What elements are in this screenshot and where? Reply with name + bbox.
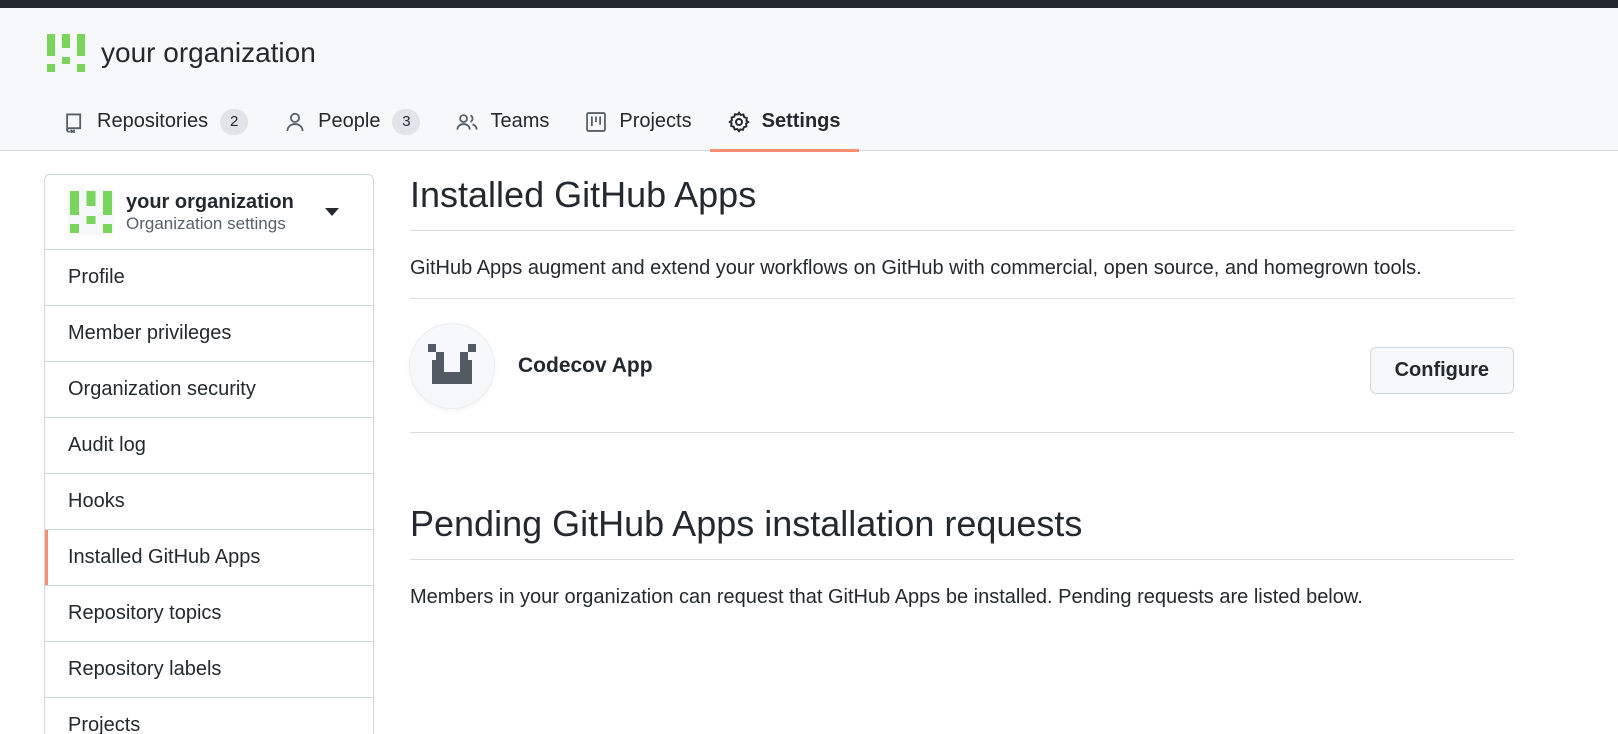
app-avatar bbox=[410, 323, 494, 408]
org-avatar-identicon[interactable] bbox=[45, 32, 87, 74]
tab-label: Repositories bbox=[97, 110, 209, 132]
sidebar-item-projects[interactable]: Projects bbox=[45, 698, 373, 734]
sidebar-item-organization-security[interactable]: Organization security bbox=[45, 362, 373, 418]
tab-projects[interactable]: Projects bbox=[567, 92, 709, 151]
org-switcher[interactable]: your organization Organization settings bbox=[45, 175, 373, 250]
org-switcher-subtitle: Organization settings bbox=[126, 213, 286, 233]
sidebar-item-installed-github-apps[interactable]: Installed GitHub Apps bbox=[45, 530, 373, 586]
tab-teams[interactable]: Teams bbox=[438, 92, 567, 151]
tab-label: People bbox=[318, 110, 381, 132]
org-title-row: your organization bbox=[45, 32, 316, 74]
tab-label: Teams bbox=[490, 110, 550, 132]
codecov-app-icon bbox=[428, 343, 476, 384]
repositories-counter: 2 bbox=[220, 108, 249, 135]
sidebar-item-audit-log[interactable]: Audit log bbox=[45, 418, 373, 474]
pending-requests-title: Pending GitHub Apps installation request… bbox=[410, 503, 1514, 560]
org-header: your organization Repositories 2 People … bbox=[0, 8, 1618, 152]
org-switcher-name: your organization bbox=[126, 190, 294, 213]
people-counter: 3 bbox=[392, 108, 421, 135]
caret-down-icon[interactable] bbox=[325, 208, 339, 216]
main-content: Installed GitHub Apps GitHub Apps augmen… bbox=[410, 174, 1514, 627]
person-icon bbox=[286, 112, 304, 131]
org-name[interactable]: your organization bbox=[101, 37, 316, 69]
configure-button[interactable]: Configure bbox=[1369, 347, 1514, 394]
tab-label: Settings bbox=[761, 110, 841, 132]
app-name[interactable]: Codecov App bbox=[518, 354, 653, 378]
sidebar-item-member-privileges[interactable]: Member privileges bbox=[45, 306, 373, 362]
repo-icon bbox=[66, 113, 82, 133]
project-icon bbox=[586, 111, 607, 132]
installed-apps-description: GitHub Apps augment and extend your work… bbox=[410, 231, 1514, 299]
sidebar-item-repository-labels[interactable]: Repository labels bbox=[45, 642, 373, 698]
sidebar-item-profile[interactable]: Profile bbox=[45, 250, 373, 306]
installed-apps-title: Installed GitHub Apps bbox=[410, 174, 1514, 231]
installed-app-row: Codecov App Configure bbox=[410, 299, 1514, 433]
pending-requests-description: Members in your organization can request… bbox=[410, 586, 1363, 608]
tab-settings[interactable]: Settings bbox=[709, 92, 859, 152]
tab-repositories[interactable]: Repositories 2 bbox=[45, 92, 266, 151]
sidebar-item-repository-topics[interactable]: Repository topics bbox=[45, 586, 373, 642]
sidebar-item-hooks[interactable]: Hooks bbox=[45, 474, 373, 530]
people-icon bbox=[456, 113, 478, 130]
settings-sidebar: your organization Organization settings … bbox=[44, 174, 374, 734]
tab-people[interactable]: People 3 bbox=[266, 92, 438, 151]
tab-label: Projects bbox=[619, 110, 692, 132]
org-switcher-names: your organization Organization settings bbox=[126, 190, 294, 234]
top-bar bbox=[0, 0, 1618, 8]
org-avatar-identicon bbox=[68, 189, 114, 235]
org-nav-tabs: Repositories 2 People 3 Teams Projects S… bbox=[45, 92, 859, 152]
gear-icon bbox=[727, 110, 750, 133]
